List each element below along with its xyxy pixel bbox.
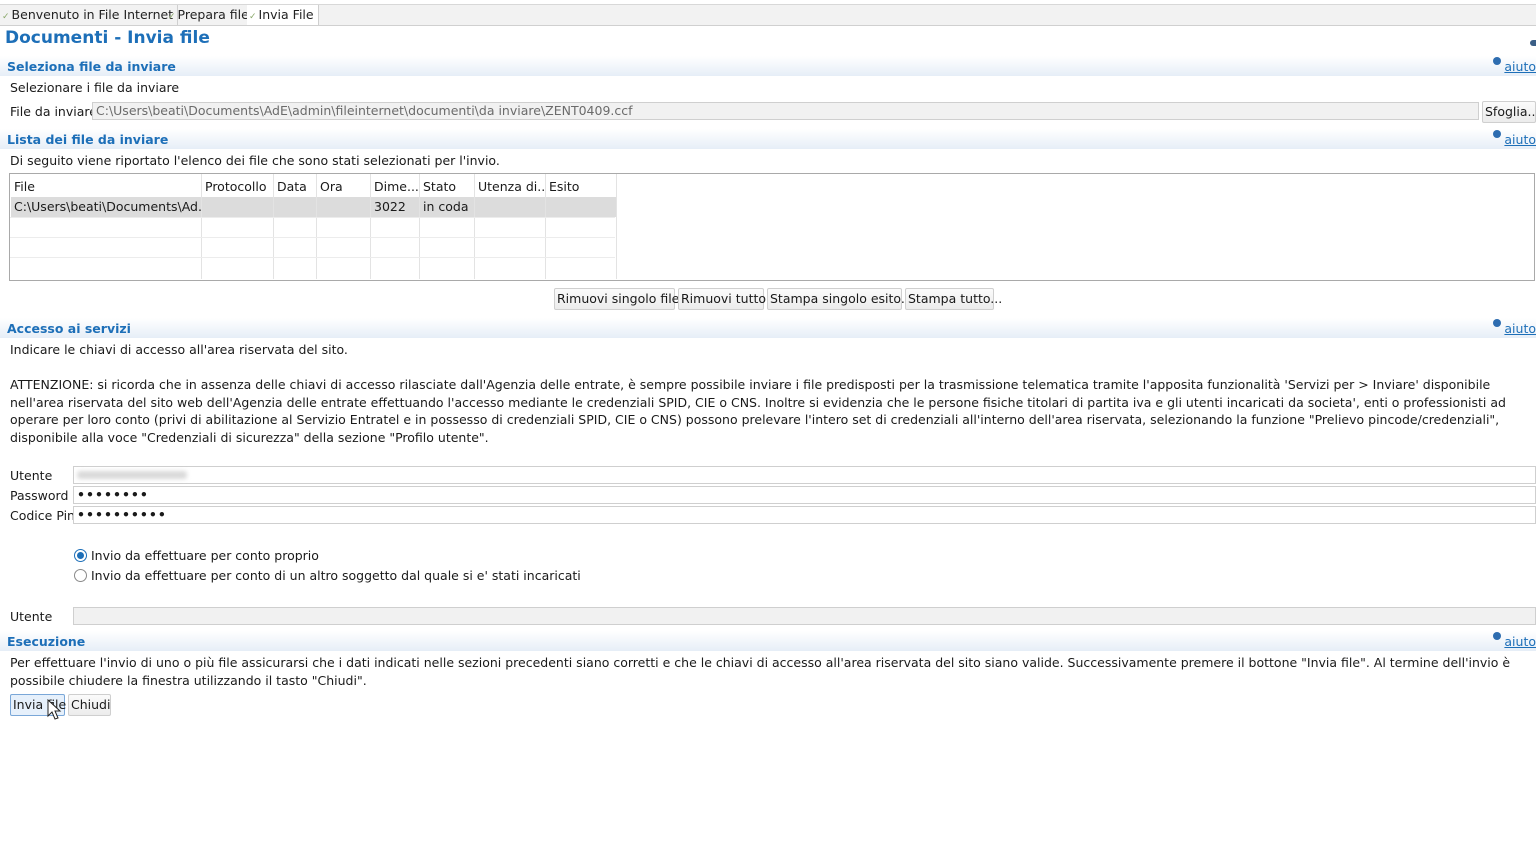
scroll-indicator [1530,40,1536,46]
access-section-header [0,318,1536,338]
remove-single-file-button[interactable]: Rimuovi singolo file [554,288,679,310]
print-all-button[interactable]: Stampa tutto... [905,288,1002,310]
column-header-stato[interactable]: Stato [419,177,474,197]
row-divider [10,217,615,218]
password-field[interactable]: •••••••• [73,486,1536,504]
list-section-header [0,129,1536,149]
table-cell-dimensione[interactable]: 3022 [370,197,419,217]
exec-section-title: Esecuzione [7,634,86,649]
column-header-protocollo[interactable]: Protocollo [201,177,273,197]
tab-prepare[interactable]: ✓ Prepara file [166,5,254,25]
help-link-list[interactable]: aiuto [1493,130,1536,147]
radio-other-subject[interactable] [74,569,87,582]
blurred-user-value [77,471,187,479]
row-divider [10,257,615,258]
help-link-label: aiuto [1504,59,1536,74]
help-link-label: aiuto [1504,132,1536,147]
user-label: Utente [10,468,53,483]
pin-field[interactable]: •••••••••• [73,506,1536,524]
list-description: Di seguito viene riportato l'elenco dei … [10,153,500,168]
tab-welcome[interactable]: ✓ Benvenuto in File Internet [0,5,179,25]
select-instruction: Selezionare i file da inviare [10,80,180,95]
exec-section-header [0,631,1536,651]
column-divider [616,174,617,279]
help-link-select[interactable]: aiuto [1493,57,1536,74]
help-icon [1493,57,1502,65]
column-header-ora[interactable]: Ora [316,177,370,197]
access-warning: ATTENZIONE: si ricorda che in assenza de… [10,377,1506,445]
tab-send[interactable]: ✓ Invia File [247,5,319,25]
help-link-label: aiuto [1504,634,1536,649]
table-cell-ora[interactable] [316,197,370,217]
column-header-dimensione[interactable]: Dime... [370,177,419,197]
print-single-outcome-button[interactable]: Stampa singolo esito... [767,288,913,310]
help-icon [1493,632,1502,640]
password-label: Password [10,488,69,503]
column-header-utenza[interactable]: Utenza di... [474,177,545,197]
help-icon [1493,319,1502,327]
select-section-title: Seleziona file da inviare [7,59,176,74]
check-icon: ✓ [168,12,176,22]
list-section-title: Lista dei file da inviare [7,132,169,147]
radio-other-subject-label[interactable]: Invio da effettuare per conto di un altr… [91,567,581,585]
pin-label: Codice Pin [10,508,75,523]
help-link-access[interactable]: aiuto [1493,319,1536,336]
help-link-exec[interactable]: aiuto [1493,632,1536,649]
select-section-header [0,56,1536,76]
column-header-data[interactable]: Data [273,177,316,197]
exec-description: Per effettuare l'invio di uno o più file… [10,655,1511,688]
tab-prepare-label: Prepara file [177,7,249,22]
files-table[interactable]: File Protocollo Data Ora Dime... Stato U… [9,173,1535,281]
access-instruction: Indicare le chiavi di accesso all'area r… [10,342,348,357]
page-title: Documenti - Invia file [5,28,210,48]
table-cell-protocollo[interactable] [201,197,273,217]
close-button[interactable]: Chiudi [68,694,111,716]
tab-bar: ✓ Benvenuto in File Internet ✓ Prepara fil… [0,4,1536,26]
table-cell-esito[interactable] [545,197,616,217]
access-section-title: Accesso ai servizi [7,321,131,336]
table-cell-stato[interactable]: in coda [419,197,474,217]
row-divider [10,237,615,238]
file-path-field[interactable]: C:\Users\beati\Documents\AdE\admin\filei… [92,102,1479,120]
delegated-user-field[interactable] [73,607,1536,625]
remove-all-button[interactable]: Rimuovi tutto [678,288,766,310]
mouse-cursor-icon [47,699,62,720]
check-icon: ✓ [249,12,257,22]
table-cell-data[interactable] [273,197,316,217]
table-cell-utenza[interactable] [474,197,545,217]
delegated-user-label: Utente [10,609,53,624]
table-cell-file[interactable]: C:\Users\beati\Documents\Ad... [10,197,201,217]
radio-own-account-label[interactable]: Invio da effettuare per conto proprio [91,547,319,565]
help-icon [1493,130,1502,138]
tab-send-label: Invia File [258,7,314,22]
column-header-esito[interactable]: Esito [545,177,616,197]
browse-button[interactable]: Sfoglia... [1482,101,1536,123]
user-field[interactable] [73,466,1536,484]
tab-welcome-label: Benvenuto in File Internet [11,7,174,22]
help-link-label: aiuto [1504,321,1536,336]
radio-own-account[interactable] [74,549,87,562]
check-icon: ✓ [2,12,10,22]
column-header-file[interactable]: File [10,177,201,197]
file-label: File da inviare [10,104,97,119]
